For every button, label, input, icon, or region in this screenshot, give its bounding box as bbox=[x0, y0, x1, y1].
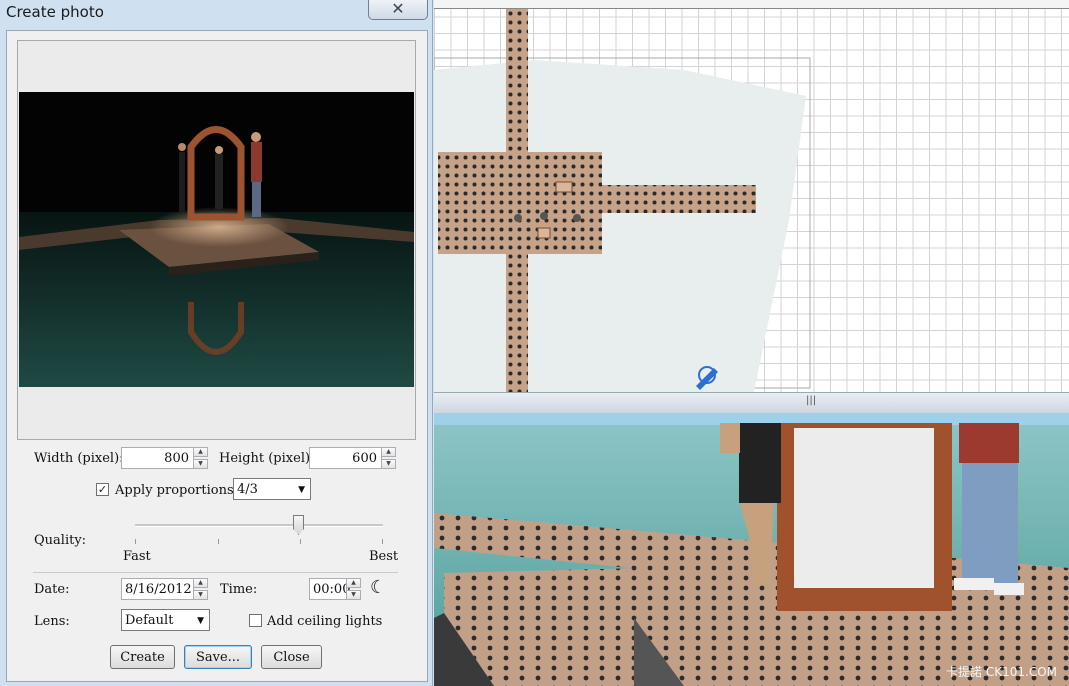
dialog-titlebar[interactable]: Create photo ✕ bbox=[0, 0, 432, 28]
dialog-client-area: Width (pixel): 800 ▲ ▼ Height (pixel): 60… bbox=[6, 30, 428, 682]
preview-render bbox=[19, 92, 414, 387]
date-spinner[interactable]: ▲ ▼ bbox=[193, 578, 208, 600]
apply-proportions-checkbox[interactable]: ✓ bbox=[96, 483, 109, 496]
quality-label: Quality: bbox=[34, 533, 87, 548]
chevron-down-icon: ▼ bbox=[197, 616, 204, 626]
close-button[interactable]: Close bbox=[261, 645, 322, 669]
spin-up-icon[interactable]: ▲ bbox=[193, 578, 208, 588]
close-icon: ✕ bbox=[391, 0, 405, 18]
date-label: Date: bbox=[34, 582, 70, 597]
save-button[interactable]: Save... bbox=[184, 645, 252, 669]
create-photo-dialog: Create photo ✕ Width (pixel): 800 ▲ ▼ He… bbox=[0, 0, 433, 686]
spin-up-icon[interactable]: ▲ bbox=[346, 578, 361, 588]
spin-down-icon[interactable]: ▼ bbox=[193, 590, 208, 600]
height-input[interactable]: 600 bbox=[309, 447, 382, 469]
create-button[interactable]: Create bbox=[110, 645, 175, 669]
ceiling-lights-checkbox[interactable] bbox=[249, 614, 262, 627]
slider-tick bbox=[300, 539, 301, 544]
3d-scene bbox=[434, 413, 1069, 686]
apply-proportions-label: Apply proportions: bbox=[115, 483, 239, 498]
lens-select[interactable]: Default ▼ bbox=[121, 609, 210, 631]
quality-slider-track[interactable] bbox=[135, 524, 383, 527]
spin-up-icon[interactable]: ▲ bbox=[381, 447, 396, 457]
3d-view[interactable]: 卡提諾 CK101.COM bbox=[434, 413, 1069, 686]
height-label: Height (pixel): bbox=[219, 451, 315, 466]
spin-down-icon[interactable]: ▼ bbox=[193, 459, 208, 469]
quality-min-label: Fast bbox=[123, 549, 151, 564]
width-label: Width (pixel): bbox=[34, 451, 124, 466]
width-spinner[interactable]: ▲ ▼ bbox=[193, 447, 208, 469]
lens-value: Default bbox=[125, 612, 174, 628]
chevron-down-icon: ▼ bbox=[298, 485, 305, 495]
time-spinner[interactable]: ▲ ▼ bbox=[346, 578, 361, 600]
time-label: Time: bbox=[220, 582, 258, 597]
moon-icon: ☾ bbox=[370, 577, 387, 598]
proportion-select[interactable]: 4/3 ▼ bbox=[233, 478, 311, 500]
dialog-title: Create photo bbox=[6, 3, 104, 21]
lens-label: Lens: bbox=[34, 614, 70, 629]
close-window-button[interactable]: ✕ bbox=[368, 0, 428, 20]
spin-up-icon[interactable]: ▲ bbox=[193, 447, 208, 457]
photo-preview-frame bbox=[17, 40, 416, 440]
quality-slider-thumb[interactable] bbox=[293, 515, 305, 535]
width-input[interactable]: 800 bbox=[121, 447, 194, 469]
photo-preview-image bbox=[19, 92, 414, 387]
quality-max-label: Best bbox=[369, 549, 399, 564]
watermark: 卡提諾 CK101.COM bbox=[946, 665, 1057, 679]
time-input[interactable]: 00:00 bbox=[309, 578, 350, 600]
view-splitter[interactable]: ||| bbox=[434, 392, 1069, 414]
slider-tick bbox=[218, 539, 219, 544]
slider-tick bbox=[382, 539, 383, 544]
slider-tick bbox=[135, 539, 136, 544]
splitter-grip-icon: ||| bbox=[806, 395, 817, 406]
ceiling-lights-label: Add ceiling lights bbox=[267, 614, 383, 629]
plan-ruler bbox=[434, 0, 1069, 9]
height-spinner[interactable]: ▲ ▼ bbox=[381, 447, 396, 469]
date-input[interactable]: 8/16/2012 bbox=[121, 578, 194, 600]
section-divider bbox=[33, 572, 398, 573]
spin-down-icon[interactable]: ▼ bbox=[346, 590, 361, 600]
spin-down-icon[interactable]: ▼ bbox=[381, 459, 396, 469]
proportion-value: 4/3 bbox=[237, 481, 258, 497]
plan-drawing bbox=[434, 5, 811, 392]
plan-view[interactable] bbox=[434, 0, 1069, 392]
